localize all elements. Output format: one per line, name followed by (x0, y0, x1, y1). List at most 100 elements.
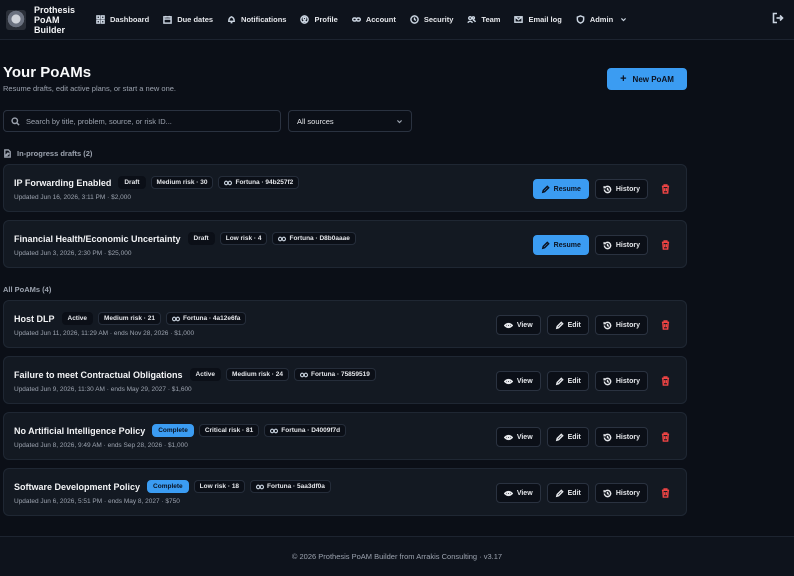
history-button[interactable]: History (594, 179, 648, 199)
nav-profile[interactable]: Profile (300, 15, 338, 24)
resume-label: Resume (553, 241, 581, 249)
source-badge: Fortuna · D8b0aaae (272, 232, 356, 245)
history-button[interactable]: History (594, 235, 648, 255)
resume-button[interactable]: Resume (532, 235, 589, 255)
eye-icon (503, 322, 513, 328)
edit-label: Edit (567, 321, 581, 329)
source-text: Fortuna · 75859519 (310, 371, 370, 378)
nav-account[interactable]: Account (351, 15, 396, 24)
source-badge: Fortuna · 5aa3df0a (250, 480, 331, 493)
nav-admin[interactable]: Admin (576, 15, 627, 24)
nav-label: Dashboard (110, 15, 150, 24)
link-icon (171, 316, 180, 321)
page-subtitle: Resume drafts, edit active plans, or sta… (3, 84, 177, 93)
history-label: History (615, 489, 640, 497)
risk-badge: Low risk · 18 (193, 480, 246, 493)
edit-label: Edit (567, 489, 581, 497)
delete-button[interactable] (658, 179, 672, 199)
mail-icon (514, 16, 524, 23)
all-poams-section-label: All PoAMs (4) (3, 285, 51, 294)
link-icon (270, 428, 279, 433)
card-meta: Updated Jun 11, 2026, 11:29 AM · ends No… (14, 330, 195, 337)
history-icon (603, 241, 612, 249)
edit-button[interactable]: Edit (546, 315, 589, 335)
users-icon (467, 15, 477, 24)
nav-notifications[interactable]: Notifications (227, 15, 286, 24)
edit-button[interactable]: Edit (546, 483, 589, 503)
nav-label: Admin (589, 15, 614, 24)
link-icon (278, 236, 287, 241)
status-badge: Complete (147, 480, 189, 493)
nav-security[interactable]: Security (409, 15, 454, 24)
status-badge: Draft (118, 176, 146, 189)
history-icon (603, 489, 612, 497)
trash-icon (661, 488, 669, 498)
draft-file-icon (4, 149, 11, 158)
risk-badge: Critical risk · 81 (198, 424, 260, 437)
bell-icon (228, 16, 235, 24)
trash-icon (661, 184, 669, 194)
nav-label: Security (423, 15, 454, 24)
brand-logo (6, 9, 26, 30)
brand[interactable]: Prothesis PoAM Builder (0, 5, 96, 35)
new-poam-button[interactable]: + New PoAM (607, 68, 687, 90)
card-meta: Updated Jun 8, 2026, 9:49 AM · ends Sep … (14, 442, 188, 449)
poam-card: Failure to meet Contractual Obligations … (3, 356, 687, 404)
card-meta: Updated Jun 16, 2026, 3:11 PM · $2,000 (14, 194, 131, 201)
pencil-icon (541, 184, 550, 193)
delete-button[interactable] (658, 315, 672, 335)
nav-email-log[interactable]: Email log (514, 15, 562, 24)
nav-due-dates[interactable]: Due dates (163, 15, 213, 24)
delete-button[interactable] (658, 371, 672, 391)
search-box[interactable] (3, 110, 281, 132)
card-title: Financial Health/Economic Uncertainty (14, 233, 181, 244)
view-button[interactable]: View (495, 371, 541, 391)
view-button[interactable]: View (495, 483, 541, 503)
dashboard-icon (96, 15, 105, 24)
search-input[interactable] (26, 116, 266, 126)
card-title: IP Forwarding Enabled (14, 177, 112, 188)
delete-button[interactable] (658, 427, 672, 447)
history-icon (603, 433, 612, 441)
poam-card: Software Development Policy Complete Low… (3, 468, 687, 516)
card-title: Failure to meet Contractual Obligations (14, 369, 183, 380)
risk-badge: Medium risk · 24 (226, 368, 289, 381)
edit-button[interactable]: Edit (546, 427, 589, 447)
history-button[interactable]: History (594, 315, 648, 335)
history-label: History (615, 241, 640, 249)
calendar-icon (163, 15, 173, 24)
view-button[interactable]: View (495, 427, 541, 447)
nav-label: Due dates (177, 15, 214, 24)
trash-icon (661, 376, 669, 386)
delete-button[interactable] (658, 483, 672, 503)
history-button[interactable]: History (594, 483, 648, 503)
source-badge: Fortuna · 94b257f2 (218, 176, 300, 189)
view-label: View (516, 321, 533, 329)
source-text: Fortuna · 4a12e6fa (182, 315, 241, 322)
card-title: No Artificial Intelligence Policy (14, 425, 146, 436)
history-label: History (615, 185, 640, 193)
resume-button[interactable]: Resume (532, 179, 589, 199)
nav-label: Profile (314, 15, 338, 24)
nav-team[interactable]: Team (467, 15, 500, 24)
history-label: History (615, 377, 640, 385)
history-button[interactable]: History (594, 371, 648, 391)
source-badge: Fortuna · 4a12e6fa (165, 312, 247, 325)
nav-dashboard[interactable]: Dashboard (96, 15, 149, 24)
eye-icon (503, 434, 513, 440)
card-meta: Updated Jun 6, 2026, 5:51 PM · ends May … (14, 498, 180, 505)
view-button[interactable]: View (495, 315, 541, 335)
history-button[interactable]: History (594, 427, 648, 447)
history-icon (603, 377, 612, 385)
source-text: Fortuna · D8b0aaae (289, 235, 350, 242)
logout-button[interactable] (772, 12, 784, 24)
status-badge: Draft (187, 232, 215, 245)
delete-button[interactable] (658, 235, 672, 255)
footer-text: © 2026 Prothesis PoAM Builder from Arrak… (291, 552, 503, 561)
edit-button[interactable]: Edit (546, 371, 589, 391)
trash-icon (661, 432, 669, 442)
poam-card: No Artificial Intelligence Policy Comple… (3, 412, 687, 460)
source-filter-select[interactable]: All sources (288, 110, 412, 132)
pencil-icon (555, 320, 564, 329)
page-header: Your PoAMs Resume drafts, edit active pl… (3, 64, 176, 93)
